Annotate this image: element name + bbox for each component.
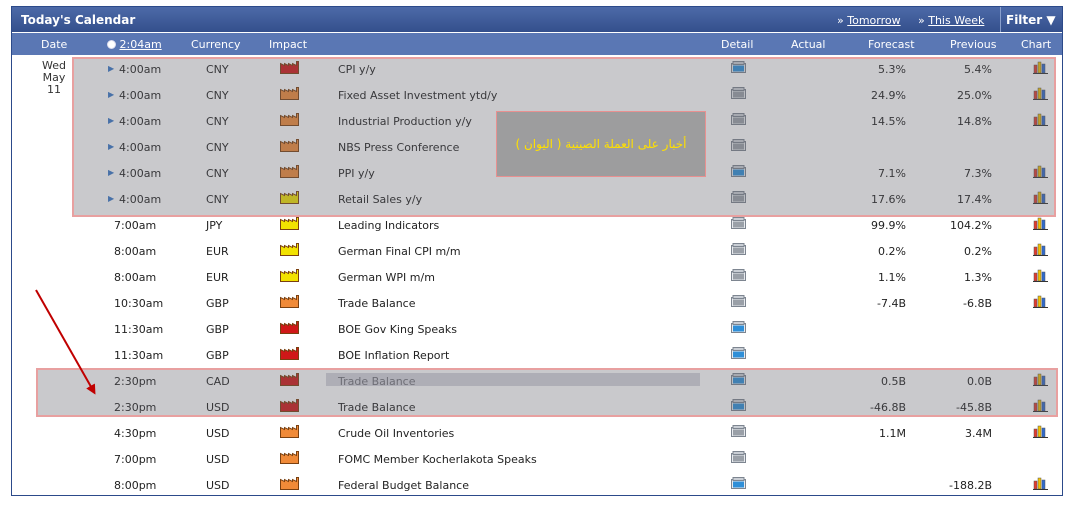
annotation-arrow-icon [35,289,96,395]
